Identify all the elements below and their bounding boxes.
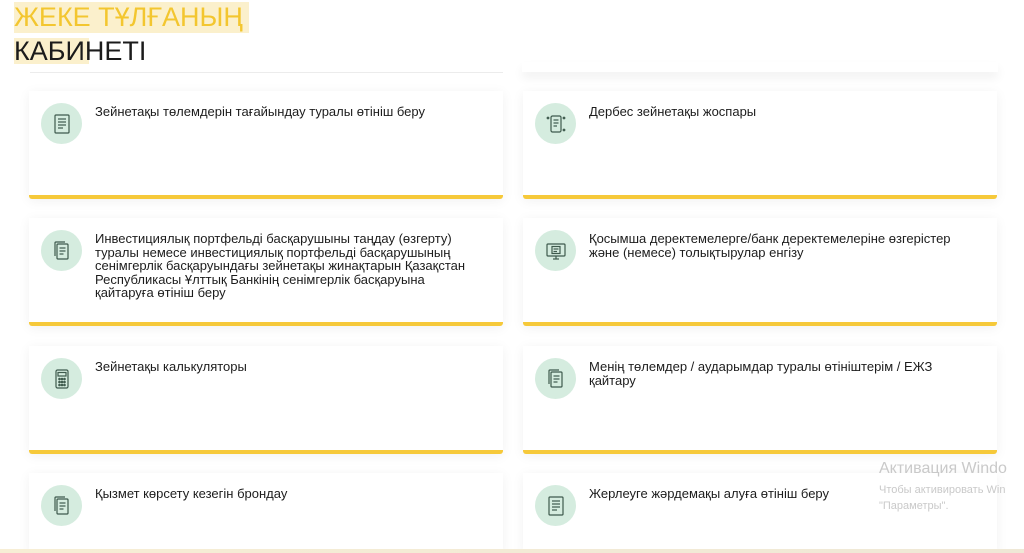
card-label: Менің төлемдер / аударымдар туралы өтіні… bbox=[589, 359, 933, 388]
documents-stack-icon bbox=[535, 358, 576, 399]
divider bbox=[30, 72, 503, 73]
card-pension-payments-application[interactable]: Зейнетақы төлемдерін тағайындау туралы ө… bbox=[29, 91, 503, 199]
card-my-applications[interactable]: Менің төлемдер / аударымдар туралы өтіні… bbox=[523, 346, 997, 454]
card-personal-pension-plan[interactable]: Дербес зейнетақы жоспары bbox=[523, 91, 997, 199]
watermark-line2: Чтобы активировать Win bbox=[879, 484, 1006, 496]
card-label: Қызмет көрсету кезегін брондау bbox=[95, 486, 288, 501]
card-label: Зейнетақы төлемдерін тағайындау туралы ө… bbox=[95, 104, 425, 119]
card-label: Дербес зейнетақы жоспары bbox=[589, 104, 757, 119]
watermark-line1: Активация Windo bbox=[879, 460, 1007, 477]
documents-stack-icon bbox=[41, 230, 82, 271]
watermark-line3: "Параметры". bbox=[879, 500, 949, 512]
document-list-icon bbox=[41, 103, 82, 144]
page-title-line2: КАБИНЕТІ bbox=[14, 36, 249, 66]
calculator-icon bbox=[41, 358, 82, 399]
card-bank-details-changes[interactable]: Қосымша деректемелерге/банк деректемелер… bbox=[523, 218, 997, 326]
card-shadow-edge bbox=[522, 62, 998, 72]
bottom-strip bbox=[0, 549, 1024, 553]
monitor-document-icon bbox=[535, 230, 576, 271]
card-portfolio-manager-application[interactable]: Инвестициялық портфельді басқарушыны таң… bbox=[29, 218, 503, 326]
phone-document-icon bbox=[535, 103, 576, 144]
card-service-booking[interactable]: Қызмет көрсету кезегін брондау bbox=[29, 473, 503, 553]
document-list-icon bbox=[535, 485, 576, 526]
page-title: ЖЕКЕ ТҰЛҒАНЫҢ КАБИНЕТІ bbox=[14, 0, 249, 66]
card-label: Зейнетақы калькуляторы bbox=[95, 359, 247, 374]
card-pension-calculator[interactable]: Зейнетақы калькуляторы bbox=[29, 346, 503, 454]
windows-activation-watermark: Активация Windo Чтобы активировать Win "… bbox=[879, 458, 1007, 514]
documents-stack-icon bbox=[41, 485, 82, 526]
card-label: Қосымша деректемелерге/банк деректемелер… bbox=[589, 231, 951, 260]
page-title-line1: ЖЕКЕ ТҰЛҒАНЫҢ bbox=[14, 2, 249, 33]
card-label: Инвестициялық портфельді басқарушыны таң… bbox=[95, 231, 466, 300]
